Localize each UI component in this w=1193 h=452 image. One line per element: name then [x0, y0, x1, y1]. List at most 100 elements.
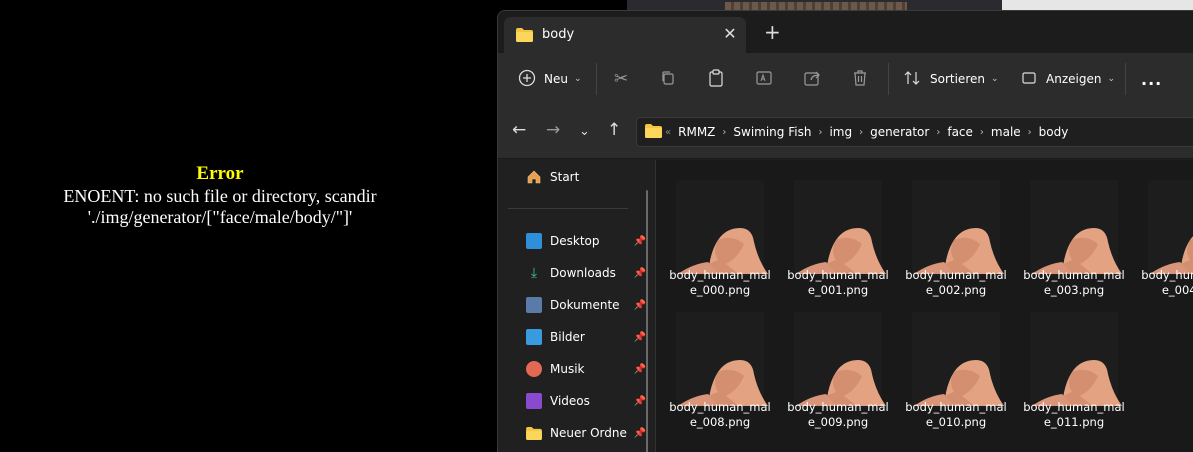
file-item[interactable]: body_human_male_001.png: [786, 172, 889, 298]
new-tab-button[interactable]: +: [764, 22, 781, 42]
tab-body[interactable]: body ✕: [504, 17, 746, 53]
file-item[interactable]: body_human_male_002.png: [904, 172, 1007, 298]
address-bar[interactable]: « RMMZ › Swiming Fish › img › generator …: [636, 117, 1193, 147]
sidebar-item-label: Neuer Ordne: [550, 426, 627, 440]
pin-icon[interactable]: 📌: [634, 428, 646, 439]
file-item[interactable]: body_human_male_011.png: [1022, 304, 1125, 430]
close-icon[interactable]: ✕: [722, 24, 738, 43]
share-icon: [804, 70, 822, 89]
pin-icon[interactable]: 📌: [634, 300, 646, 311]
divider: [1125, 63, 1126, 95]
folder-icon: [645, 123, 662, 141]
folder-icon: [526, 425, 542, 441]
file-name: body_human_male_004.png: [1141, 268, 1193, 297]
cut-button[interactable]: ✂: [614, 53, 628, 105]
chevron-down-icon: ⌄: [573, 74, 582, 84]
new-button[interactable]: Neu ⌄: [518, 53, 582, 105]
sort-icon: [904, 70, 922, 89]
sidebar-item-label: Start: [550, 170, 580, 184]
folder-icon: [516, 27, 533, 46]
sidebar-item-pictures[interactable]: Bilder 📌: [526, 326, 646, 348]
more-icon: ...: [1141, 69, 1163, 89]
file-name: body_human_male_001.png: [787, 268, 889, 297]
sort-button[interactable]: Sortieren ⌄: [904, 53, 999, 105]
navigation-bar: ← → ⌄ ↑ « RMMZ › Swiming Fish › img › ge…: [498, 105, 1193, 159]
recent-locations-chevron-icon[interactable]: ⌄: [579, 124, 590, 139]
pin-icon[interactable]: 📌: [634, 268, 646, 279]
pin-icon[interactable]: 📌: [634, 396, 646, 407]
file-item[interactable]: body_human_male_010.png: [904, 304, 1007, 430]
chevron-right-icon[interactable]: ›: [818, 127, 822, 138]
file-item[interactable]: body_human_male_000.png: [668, 172, 771, 298]
sidebar-item-videos[interactable]: Videos 📌: [526, 390, 646, 412]
rename-button[interactable]: [756, 53, 774, 105]
file-name: body_human_male_003.png: [1023, 268, 1125, 297]
file-name: body_human_male_002.png: [905, 268, 1007, 297]
trash-icon: [852, 69, 868, 89]
chevron-right-icon[interactable]: ›: [936, 127, 940, 138]
sidebar-item-label: Bilder: [550, 330, 585, 344]
sidebar-item-label: Dokumente: [550, 298, 620, 312]
file-item[interactable]: body_human_male_004.png: [1140, 172, 1193, 298]
videos-icon: [526, 393, 542, 409]
sidebar-item-start[interactable]: Start: [526, 166, 646, 188]
paste-button[interactable]: [708, 53, 724, 105]
image-thumbnail: [678, 360, 768, 406]
pin-icon[interactable]: 📌: [634, 332, 646, 343]
view-label: Anzeigen: [1046, 72, 1102, 86]
pin-icon[interactable]: 📌: [634, 364, 646, 375]
breadcrumb-item[interactable]: Swiming Fish: [733, 125, 811, 139]
more-options-button[interactable]: ...: [1141, 53, 1162, 105]
breadcrumb-item[interactable]: img: [829, 125, 852, 139]
chevron-right-icon[interactable]: ›: [1028, 127, 1032, 138]
breadcrumb-item[interactable]: body: [1039, 125, 1069, 139]
pin-icon[interactable]: 📌: [634, 236, 646, 247]
rename-icon: [756, 70, 774, 89]
view-icon: [1022, 71, 1038, 88]
error-title: Error: [196, 163, 244, 184]
image-thumbnail: [914, 360, 1004, 406]
copy-icon: [660, 70, 676, 89]
music-icon: [526, 361, 542, 377]
breadcrumb-item[interactable]: generator: [870, 125, 929, 139]
chevron-right-icon[interactable]: ›: [980, 127, 984, 138]
breadcrumb-item[interactable]: RMMZ: [678, 125, 715, 139]
back-arrow-icon[interactable]: ←: [512, 120, 526, 140]
breadcrumb-item[interactable]: male: [991, 125, 1021, 139]
sidebar-item-new-folder[interactable]: Neuer Ordne 📌: [526, 422, 646, 444]
scrollbar[interactable]: [646, 190, 648, 452]
sidebar-item-documents[interactable]: Dokumente 📌: [526, 294, 646, 316]
documents-icon: [526, 297, 542, 313]
copy-button[interactable]: [660, 53, 676, 105]
delete-button[interactable]: [852, 53, 868, 105]
error-message: ENOENT: no such file or directory, scand…: [0, 186, 440, 228]
error-message-line-1: ENOENT: no such file or directory, scand…: [63, 186, 377, 206]
chevron-right-icon[interactable]: ›: [859, 127, 863, 138]
view-button[interactable]: Anzeigen ⌄: [1022, 53, 1115, 105]
breadcrumb-item[interactable]: face: [947, 125, 973, 139]
desktop-icon: [526, 233, 542, 249]
image-thumbnail: [796, 228, 886, 274]
chevron-down-icon: ⌄: [990, 74, 999, 84]
divider: [888, 63, 889, 95]
forward-arrow-icon[interactable]: →: [546, 120, 560, 140]
divider: [596, 63, 597, 95]
sidebar-item-music[interactable]: Musik 📌: [526, 358, 646, 380]
overflow-chevron-icon[interactable]: «: [665, 127, 671, 138]
scissors-icon: ✂: [614, 69, 629, 89]
sidebar-item-downloads[interactable]: ⤓ Downloads 📌: [526, 262, 646, 284]
file-item[interactable]: body_human_male_008.png: [668, 304, 771, 430]
error-message-line-2: './img/generator/["face/male/body/"]': [87, 207, 353, 227]
pictures-icon: [526, 329, 542, 345]
up-arrow-icon[interactable]: ↑: [607, 120, 621, 140]
image-thumbnail: [796, 360, 886, 406]
share-button[interactable]: [804, 53, 822, 105]
tab-title: body: [542, 27, 575, 42]
new-label: Neu: [544, 72, 568, 86]
file-name: body_human_male_010.png: [905, 400, 1007, 429]
file-item[interactable]: body_human_male_003.png: [1022, 172, 1125, 298]
sidebar-item-desktop[interactable]: Desktop 📌: [526, 230, 646, 252]
image-thumbnail: [1032, 360, 1122, 406]
file-item[interactable]: body_human_male_009.png: [786, 304, 889, 430]
chevron-right-icon[interactable]: ›: [722, 127, 726, 138]
